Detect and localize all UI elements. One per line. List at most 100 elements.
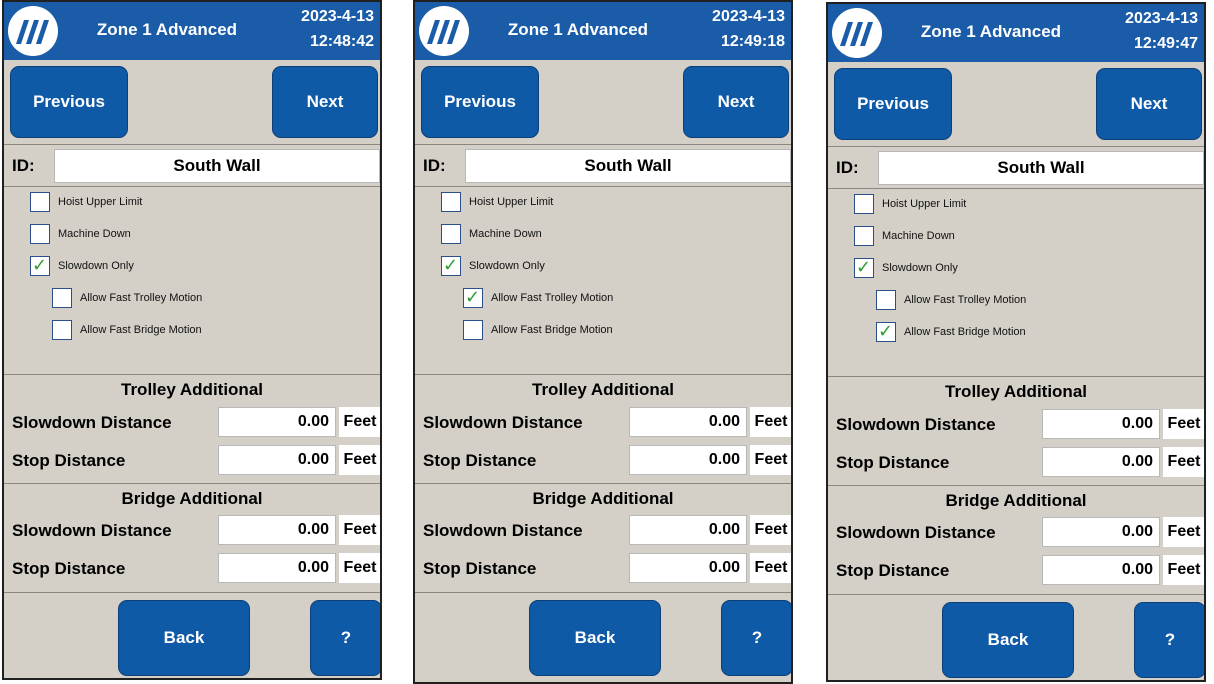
bridge-stop-field[interactable]: 0.00 bbox=[629, 553, 747, 583]
checkbox-row[interactable]: Machine Down bbox=[854, 224, 955, 248]
trolley-stop-field[interactable]: 0.00 bbox=[1042, 447, 1160, 477]
bridge-section-title: Bridge Additional bbox=[121, 489, 263, 508]
unit-label: Feet bbox=[750, 515, 791, 545]
checkbox[interactable] bbox=[52, 320, 72, 340]
unit-label: Feet bbox=[339, 445, 380, 475]
unit-label: Feet bbox=[750, 445, 791, 475]
checkbox-row[interactable]: Machine Down bbox=[30, 222, 131, 246]
checkbox-row[interactable]: Hoist Upper Limit bbox=[441, 190, 553, 214]
checkbox-label: Allow Fast Trolley Motion bbox=[491, 292, 614, 304]
previous-button[interactable]: Previous bbox=[421, 66, 539, 138]
trolley-stop-label: Stop Distance bbox=[423, 451, 537, 470]
checkbox-label: Hoist Upper Limit bbox=[882, 198, 967, 210]
checkbox-label: Hoist Upper Limit bbox=[58, 196, 143, 208]
checkbox-row[interactable]: Machine Down bbox=[441, 222, 542, 246]
next-button[interactable]: Next bbox=[683, 66, 789, 138]
trolley-section-title: Trolley Additional bbox=[532, 380, 674, 399]
date-text: 2023-4-13 bbox=[1125, 10, 1198, 27]
check-icon: ✓ bbox=[443, 255, 459, 275]
id-field[interactable]: South Wall bbox=[878, 151, 1204, 185]
divider bbox=[4, 592, 380, 593]
checkbox-row[interactable]: ✓ Slowdown Only bbox=[30, 254, 134, 278]
trolley-stop-field[interactable]: 0.00 bbox=[218, 445, 336, 475]
checkbox[interactable] bbox=[463, 320, 483, 340]
checkbox[interactable] bbox=[441, 224, 461, 244]
checkbox[interactable] bbox=[876, 290, 896, 310]
screen-title: Zone 1 Advanced bbox=[920, 22, 1062, 41]
checkbox-row[interactable]: ✓ Allow Fast Trolley Motion bbox=[463, 286, 613, 310]
help-button[interactable]: ? bbox=[310, 600, 380, 676]
divider bbox=[415, 483, 791, 484]
trolley-stop-field[interactable]: 0.00 bbox=[629, 445, 747, 475]
checkbox-row[interactable]: ✓ Slowdown Only bbox=[854, 256, 958, 280]
bridge-stop-field[interactable]: 0.00 bbox=[1042, 555, 1160, 585]
checkbox-label: Slowdown Only bbox=[469, 260, 545, 272]
checkbox-row[interactable]: Allow Fast Trolley Motion bbox=[876, 288, 1026, 312]
bridge-slowdown-field[interactable]: 0.00 bbox=[218, 515, 336, 545]
bridge-slowdown-field[interactable]: 0.00 bbox=[629, 515, 747, 545]
bridge-stop-field[interactable]: 0.00 bbox=[218, 553, 336, 583]
bridge-section-title: Bridge Additional bbox=[532, 489, 674, 508]
checkbox-label: Allow Fast Trolley Motion bbox=[904, 294, 1027, 306]
checkbox[interactable]: ✓ bbox=[854, 257, 874, 278]
checkbox[interactable] bbox=[30, 224, 50, 244]
checkbox[interactable] bbox=[854, 226, 874, 246]
checkbox[interactable]: ✓ bbox=[876, 321, 896, 342]
checkbox-label: Machine Down bbox=[882, 230, 955, 242]
bridge-slowdown-field[interactable]: 0.00 bbox=[1042, 517, 1160, 547]
trolley-slowdown-field[interactable]: 0.00 bbox=[629, 407, 747, 437]
checkbox[interactable] bbox=[854, 194, 874, 214]
checkbox-row[interactable]: ✓ Allow Fast Bridge Motion bbox=[876, 320, 1026, 344]
unit-label: Feet bbox=[339, 407, 380, 437]
trolley-slowdown-field[interactable]: 0.00 bbox=[218, 407, 336, 437]
checkbox[interactable] bbox=[441, 192, 461, 212]
time-text: 12:48:42 bbox=[309, 33, 374, 50]
next-button[interactable]: Next bbox=[272, 66, 378, 138]
title-bar: Zone 1 Advanced 2023-4-13 12:49:47 bbox=[828, 4, 1204, 62]
previous-button[interactable]: Previous bbox=[10, 66, 128, 138]
divider bbox=[828, 485, 1204, 486]
next-button[interactable]: Next bbox=[1096, 68, 1202, 140]
id-field[interactable]: South Wall bbox=[465, 149, 791, 183]
company-logo-icon bbox=[8, 6, 58, 56]
checkbox[interactable]: ✓ bbox=[441, 255, 461, 276]
help-button[interactable]: ? bbox=[1134, 602, 1204, 678]
checkbox-label: Allow Fast Trolley Motion bbox=[80, 292, 203, 304]
checkbox[interactable] bbox=[30, 192, 50, 212]
checkbox[interactable]: ✓ bbox=[30, 255, 50, 276]
checkbox[interactable]: ✓ bbox=[463, 287, 483, 308]
bridge-stop-label: Stop Distance bbox=[12, 559, 126, 578]
checkbox-row[interactable]: Hoist Upper Limit bbox=[854, 192, 966, 216]
id-label: ID: bbox=[423, 156, 446, 175]
bridge-section-title: Bridge Additional bbox=[945, 491, 1087, 510]
previous-button[interactable]: Previous bbox=[834, 68, 952, 140]
checkbox-label: Slowdown Only bbox=[882, 262, 958, 274]
bridge-slowdown-label: Slowdown Distance bbox=[423, 521, 583, 540]
back-button[interactable]: Back bbox=[529, 600, 661, 676]
check-icon: ✓ bbox=[32, 255, 48, 275]
checkbox-row[interactable]: Allow Fast Bridge Motion bbox=[463, 318, 613, 342]
help-button[interactable]: ? bbox=[721, 600, 791, 676]
checkbox-label: Allow Fast Bridge Motion bbox=[491, 324, 613, 336]
trolley-slowdown-field[interactable]: 0.00 bbox=[1042, 409, 1160, 439]
id-field[interactable]: South Wall bbox=[54, 149, 380, 183]
divider bbox=[4, 144, 380, 145]
checkbox-row[interactable]: Allow Fast Bridge Motion bbox=[52, 318, 202, 342]
unit-label: Feet bbox=[1163, 555, 1204, 585]
trolley-slowdown-label: Slowdown Distance bbox=[12, 413, 172, 432]
divider bbox=[415, 186, 791, 187]
checkbox-label: Allow Fast Bridge Motion bbox=[80, 324, 202, 336]
checkbox-row[interactable]: Allow Fast Trolley Motion bbox=[52, 286, 202, 310]
checkbox-row[interactable]: ✓ Slowdown Only bbox=[441, 254, 545, 278]
unit-label: Feet bbox=[750, 553, 791, 583]
checkbox-row[interactable]: Hoist Upper Limit bbox=[30, 190, 142, 214]
back-button[interactable]: Back bbox=[118, 600, 250, 676]
back-button[interactable]: Back bbox=[942, 602, 1074, 678]
id-label: ID: bbox=[12, 156, 35, 175]
checkbox[interactable] bbox=[52, 288, 72, 308]
check-icon: ✓ bbox=[878, 321, 894, 341]
screen-title: Zone 1 Advanced bbox=[507, 20, 649, 39]
unit-label: Feet bbox=[1163, 447, 1204, 477]
clock: 2023-4-13 12:48:42 bbox=[270, 4, 374, 54]
trolley-slowdown-label: Slowdown Distance bbox=[836, 415, 996, 434]
